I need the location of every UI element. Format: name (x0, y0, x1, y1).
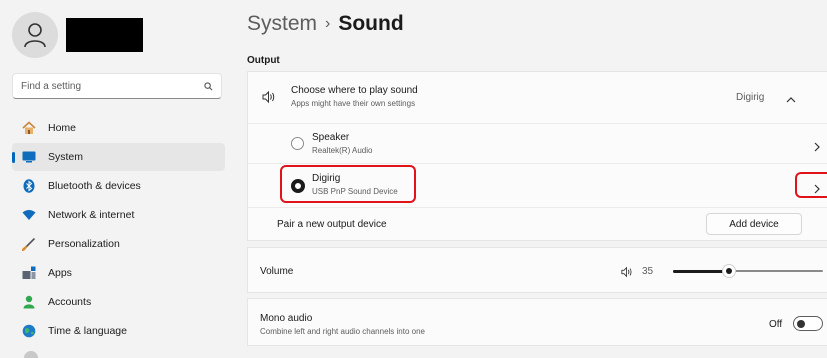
redacted-username (66, 18, 143, 52)
chevron-up-icon[interactable] (786, 91, 796, 109)
mono-audio-title: Mono audio (260, 313, 313, 324)
choose-output-title: Choose where to play sound (291, 85, 418, 96)
active-indicator (12, 152, 15, 163)
volume-icon[interactable] (621, 265, 633, 283)
page-title: System › Sound (247, 12, 404, 36)
breadcrumb-current: Sound (338, 12, 404, 35)
device-row-speaker[interactable]: Speaker Realtek(R) Audio (248, 123, 827, 163)
apps-icon (22, 266, 36, 280)
chevron-right-icon[interactable] (814, 139, 820, 157)
mono-audio-subtitle: Combine left and right audio channels in… (260, 327, 425, 336)
sidebar-item-time-language[interactable]: Time & language (12, 317, 225, 345)
device-description: Realtek(R) Audio (312, 146, 373, 155)
sidebar-item-label: Home (48, 122, 77, 134)
bluetooth-icon (22, 179, 36, 193)
volume-label: Volume (260, 266, 294, 277)
highlight-digirig-chevron (795, 172, 827, 198)
volume-slider-thumb[interactable] (722, 264, 736, 278)
volume-slider-fill (673, 269, 729, 273)
radio-speaker[interactable] (291, 137, 304, 150)
choose-output-subtitle: Apps might have their own settings (291, 99, 416, 108)
sidebar-item-accounts[interactable]: Accounts (12, 288, 225, 316)
volume-card: Volume 35 (247, 247, 827, 293)
sidebar-nav: Home System Bluetooth & devices Network … (12, 114, 225, 346)
sidebar-item-personalization[interactable]: Personalization (12, 230, 225, 258)
choose-output-row[interactable]: Choose where to play sound Apps might ha… (248, 72, 827, 123)
speaker-icon (262, 90, 276, 109)
person-icon (22, 295, 36, 309)
choose-output-value: Digirig (736, 92, 765, 103)
mono-audio-toggle[interactable] (793, 316, 823, 331)
volume-slider[interactable] (673, 264, 823, 278)
sidebar-item-label: System (48, 151, 84, 163)
home-icon (22, 121, 36, 135)
wifi-icon (22, 208, 36, 222)
sidebar-item-system[interactable]: System (12, 143, 225, 171)
breadcrumb-separator: › (325, 15, 331, 32)
sidebar-item-label: Apps (48, 267, 72, 279)
search-icon (204, 81, 213, 90)
device-name: Speaker (312, 132, 350, 143)
add-device-button[interactable]: Add device (706, 213, 802, 235)
breadcrumb-system[interactable]: System (247, 12, 317, 35)
volume-value: 35 (642, 266, 654, 277)
sidebar-item-bluetooth[interactable]: Bluetooth & devices (12, 172, 225, 200)
pair-device-label: Pair a new output device (277, 219, 387, 230)
sidebar-item-network[interactable]: Network & internet (12, 201, 225, 229)
highlight-digirig-device (280, 165, 416, 203)
system-icon (22, 150, 36, 164)
sidebar-item-label: Personalization (48, 238, 120, 250)
sidebar-item-partial (24, 351, 38, 358)
sidebar-item-label: Accounts (48, 296, 92, 308)
mono-audio-card: Mono audio Combine left and right audio … (247, 298, 827, 346)
user-avatar[interactable] (12, 12, 58, 58)
sidebar-item-label: Bluetooth & devices (48, 180, 141, 192)
sidebar: Find a setting Home System Bluetooth & d… (0, 0, 232, 358)
pair-device-row: Pair a new output device Add device (248, 207, 827, 240)
person-outline-icon (24, 23, 46, 48)
sidebar-item-apps[interactable]: Apps (12, 259, 225, 287)
output-card: Choose where to play sound Apps might ha… (247, 71, 827, 241)
toggle-knob (797, 319, 805, 328)
sidebar-item-label: Network & internet (48, 209, 135, 221)
sidebar-item-label: Time & language (48, 325, 127, 337)
brush-icon (22, 237, 36, 251)
mono-audio-state: Off (769, 319, 783, 330)
search-input[interactable]: Find a setting (12, 73, 222, 99)
search-placeholder: Find a setting (21, 80, 82, 92)
sidebar-item-home[interactable]: Home (12, 114, 225, 142)
section-label-output: Output (247, 55, 280, 66)
globe-icon (22, 324, 36, 338)
